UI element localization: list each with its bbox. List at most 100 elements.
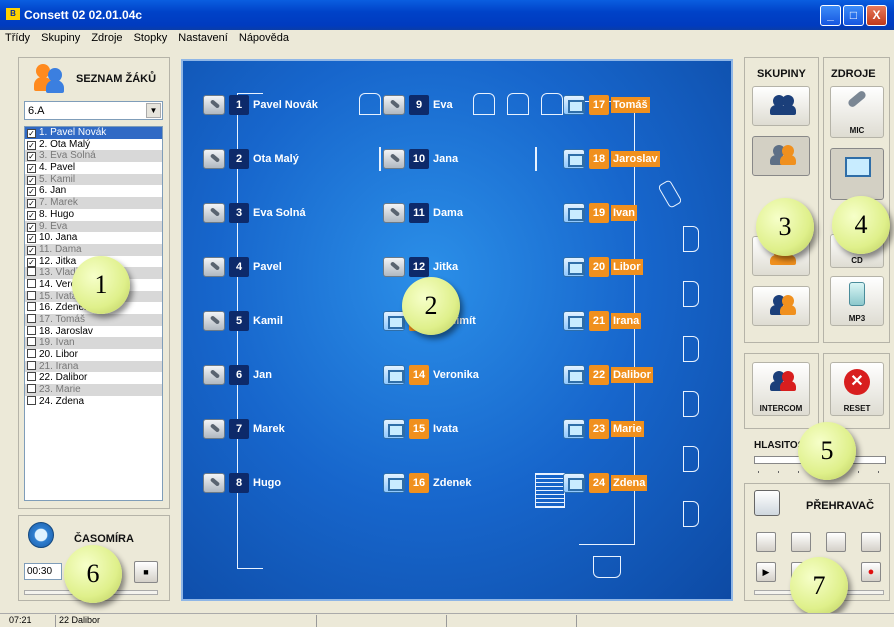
student-list-item[interactable]: ✓ 2. Ota Malý: [25, 139, 162, 151]
student-list-item[interactable]: ✓ 9. Eva: [25, 220, 162, 233]
save-button[interactable]: [826, 532, 846, 552]
student-list-item[interactable]: ✓ 4. Pavel: [25, 162, 162, 174]
group-button-all[interactable]: [752, 286, 810, 326]
microphone-icon[interactable]: [383, 203, 405, 223]
student-checkbox[interactable]: [27, 290, 36, 300]
student-list-item[interactable]: 19. Ivan: [25, 337, 162, 350]
microphone-icon[interactable]: [383, 149, 405, 169]
student-list-item[interactable]: 21. Irana: [25, 360, 162, 373]
microphone-icon[interactable]: [383, 95, 405, 115]
student-checkbox[interactable]: [27, 372, 36, 382]
computer-icon[interactable]: [383, 419, 405, 439]
microphone-icon[interactable]: [203, 311, 225, 331]
student-checkbox[interactable]: ✓: [27, 164, 36, 174]
student-list-item[interactable]: 17. Tomáš: [25, 314, 162, 326]
student-checkbox[interactable]: ✓: [27, 245, 36, 255]
computer-icon[interactable]: [563, 149, 585, 169]
student-checkbox[interactable]: [27, 267, 36, 277]
menu-zdroje[interactable]: Zdroje: [86, 30, 125, 44]
record-device-button[interactable]: [861, 532, 881, 552]
computer-icon[interactable]: [563, 203, 585, 223]
student-checkbox[interactable]: [27, 395, 36, 405]
student-list-item[interactable]: ✓ 7. Marek: [25, 197, 162, 209]
computer-icon[interactable]: [563, 419, 585, 439]
microphone-icon[interactable]: [203, 419, 225, 439]
student-list-item[interactable]: ✓ 10. Jana: [25, 232, 162, 244]
source-mic-button[interactable]: MIC: [830, 86, 884, 138]
callout-7: 7: [790, 557, 848, 615]
class-select[interactable]: 6.A ▼: [24, 101, 163, 120]
student-checkbox[interactable]: ✓: [27, 234, 36, 244]
student-list-item[interactable]: ✓ 6. Jan: [25, 185, 162, 197]
student-list[interactable]: ✓ 1. Pavel Novák ✓ 2. Ota Malý ✓ 3. Eva Solná…: [24, 126, 163, 501]
computer-icon[interactable]: [563, 257, 585, 277]
menu-skupiny[interactable]: Skupiny: [36, 30, 83, 44]
play-button[interactable]: ▶: [756, 562, 776, 582]
stopwatch-time[interactable]: 00:30: [24, 563, 62, 580]
record-button[interactable]: ●: [861, 562, 881, 582]
microphone-icon[interactable]: [203, 365, 225, 385]
microphone-icon[interactable]: [203, 257, 225, 277]
student-list-item[interactable]: 18. Jaroslav: [25, 325, 162, 338]
student-checkbox[interactable]: [27, 337, 36, 347]
student-list-item[interactable]: ✓ 5. Kamil: [25, 173, 162, 186]
stairs: [535, 473, 565, 508]
student-checkbox[interactable]: ✓: [27, 222, 36, 232]
student-checkbox[interactable]: ✓: [27, 199, 36, 209]
new-button[interactable]: [756, 532, 776, 552]
title-bar: B Consett 02 02.01.04c _ □ X: [0, 0, 894, 30]
reset-button[interactable]: ✕ RESET: [830, 362, 884, 416]
student-list-item[interactable]: 20. Libor: [25, 349, 162, 361]
computer-icon[interactable]: [563, 473, 585, 493]
open-folder-button[interactable]: [791, 532, 811, 552]
minimize-button[interactable]: _: [820, 5, 841, 26]
student-checkbox[interactable]: ✓: [27, 187, 36, 197]
group-button-mixed[interactable]: [752, 136, 810, 176]
menu-stopky[interactable]: Stopky: [129, 30, 171, 44]
student-list-item[interactable]: ✓ 3. Eva Solná: [25, 150, 162, 163]
microphone-icon[interactable]: [203, 95, 225, 115]
computer-icon[interactable]: [383, 473, 405, 493]
microphone-icon[interactable]: [203, 473, 225, 493]
computer-icon[interactable]: [563, 95, 585, 115]
maximize-button[interactable]: □: [843, 5, 864, 26]
source-computer-button[interactable]: [830, 148, 884, 200]
student-checkbox[interactable]: ✓: [27, 152, 36, 162]
source-mp3-button[interactable]: MP3: [830, 276, 884, 326]
student-list-item[interactable]: 23. Marie: [25, 384, 162, 396]
seat-name: Jaroslav: [611, 151, 660, 167]
group-button-blue[interactable]: [752, 86, 810, 126]
student-checkbox[interactable]: ✓: [27, 129, 36, 138]
menu-napoveda[interactable]: Nápověda: [234, 30, 292, 44]
student-checkbox[interactable]: [27, 349, 36, 359]
microphone-icon[interactable]: [203, 149, 225, 169]
student-list-item[interactable]: ✓ 8. Hugo: [25, 209, 162, 221]
computer-icon[interactable]: [563, 311, 585, 331]
microphone-icon[interactable]: [203, 203, 225, 223]
menu-nastaveni[interactable]: Nastavení: [173, 30, 231, 44]
computer-icon[interactable]: [383, 311, 405, 331]
microphone-icon[interactable]: [383, 257, 405, 277]
student-checkbox[interactable]: [27, 325, 36, 335]
student-list-item[interactable]: ✓ 1. Pavel Novák: [25, 127, 162, 139]
student-checkbox[interactable]: ✓: [27, 210, 36, 220]
intercom-button[interactable]: INTERCOM: [752, 362, 810, 416]
menu-tridy[interactable]: Třídy: [0, 30, 33, 44]
stopwatch-stop-button[interactable]: ■: [134, 561, 158, 583]
student-checkbox[interactable]: ✓: [27, 175, 36, 185]
student-checkbox[interactable]: [27, 314, 36, 323]
student-checkbox[interactable]: ✓: [27, 257, 36, 267]
student-list-item[interactable]: 24. Zdena: [25, 395, 162, 408]
student-checkbox[interactable]: ✓: [27, 140, 36, 150]
student-checkbox[interactable]: [27, 278, 36, 288]
student-list-item[interactable]: ✓ 11. Dama: [25, 243, 162, 256]
seat-name: Pavel Novák: [253, 99, 318, 111]
student-list-item[interactable]: 22. Dalibor: [25, 372, 162, 384]
chevron-down-icon[interactable]: ▼: [146, 103, 161, 118]
computer-icon[interactable]: [383, 365, 405, 385]
close-button[interactable]: X: [866, 5, 887, 26]
student-checkbox[interactable]: [27, 384, 36, 394]
student-checkbox[interactable]: [27, 302, 36, 312]
student-checkbox[interactable]: [27, 360, 36, 370]
computer-icon[interactable]: [563, 365, 585, 385]
